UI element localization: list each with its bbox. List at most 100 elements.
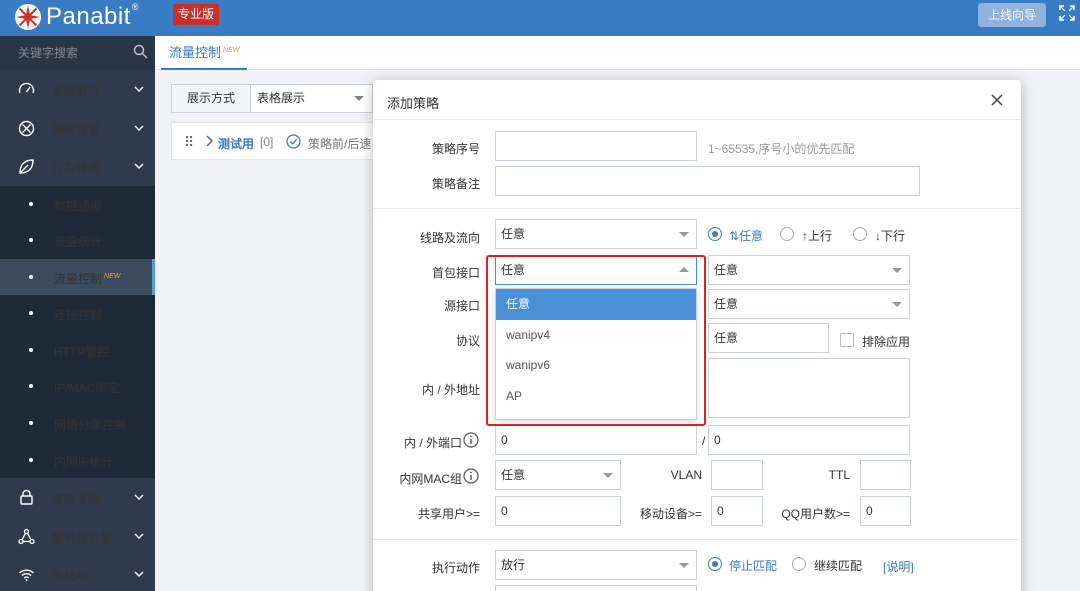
sidebar-item-network-sharing[interactable]: 网络分享控制 (0, 405, 155, 442)
qq-users-input[interactable]: 0 (860, 496, 911, 526)
exclude-app-checkbox[interactable] (840, 333, 854, 347)
direction-up-radio[interactable] (780, 227, 794, 241)
sidebar-item-label: 虚拟专网 (52, 492, 101, 507)
inner-port-input[interactable]: 0 (495, 425, 697, 455)
sidebar-item-behavior-management[interactable]: 行为管理 (0, 147, 155, 186)
logo: Panabit ® (14, 2, 139, 32)
continue-match-label[interactable]: 继续匹配 (814, 557, 862, 574)
first-packet-if-select-2[interactable]: 任意 (708, 255, 910, 285)
sidebar-item-network-settings[interactable]: 网络设置 (0, 109, 155, 148)
action-label: 执行动作 (431, 561, 480, 575)
mobile-devices-input[interactable]: 0 (711, 496, 763, 526)
sidebar-item-traffic-stats[interactable]: 流量统计 (0, 222, 155, 259)
direction-any-radio[interactable] (708, 227, 722, 241)
sidebar-item-wireless-ac[interactable]: 无线AC (0, 555, 155, 591)
new-tag: NEW (223, 47, 240, 54)
qq-users-label: QQ用户数>= (781, 507, 850, 521)
top-bar: Panabit ® 专业版 上线向导 (0, 0, 1080, 36)
address-label: 内 / 外地址 (421, 383, 480, 397)
direction-down-radio[interactable] (853, 227, 867, 241)
caret-down-icon (679, 232, 689, 237)
chevron-down-icon (134, 533, 144, 539)
sidebar-item-label: IP/MAC绑定 (54, 381, 120, 396)
sidebar-item-http-control[interactable]: HTTP管控 (0, 331, 155, 369)
continue-match-radio[interactable] (792, 557, 806, 571)
dialog-title: 添加策略 (387, 96, 440, 111)
shared-users-input[interactable]: 0 (495, 496, 621, 526)
wifi-icon (19, 569, 34, 582)
ttl-label: TTL (828, 468, 850, 482)
caret-down-icon (892, 268, 902, 273)
outer-address-input[interactable] (708, 358, 910, 418)
next-field-input[interactable] (495, 585, 697, 591)
sidebar: 关键字搜索 系统概况 网络设置 行为管理 数据通道 流量统计 流量控制 NEW 连… (0, 36, 155, 591)
explain-link[interactable]: [说明] (883, 558, 914, 575)
network-icon (18, 528, 35, 544)
note-input[interactable] (495, 166, 920, 196)
bullet-icon (29, 238, 33, 243)
note-label: 策略备注 (431, 177, 480, 191)
sidebar-item-label: HTTP管控 (54, 344, 110, 359)
bullet-icon (29, 421, 33, 426)
chevron-down-icon (134, 125, 144, 131)
bullet-icon (29, 311, 33, 316)
registered-mark: ® (131, 2, 139, 12)
vlan-input[interactable] (711, 460, 763, 490)
globe-cross-icon (18, 120, 35, 136)
source-if-label: 源接口 (443, 299, 480, 313)
exclude-app-label[interactable]: 排除应用 (862, 333, 910, 350)
sidebar-item-data-channel[interactable]: 数据通道 (0, 185, 155, 223)
sidebar-item-system-overview[interactable]: 系统概况 (0, 70, 155, 109)
search-input[interactable]: 关键字搜索 (18, 44, 128, 61)
sidebar-item-ip-mac-binding[interactable]: IP/MAC绑定 (0, 368, 155, 406)
fullscreen-icon[interactable] (1059, 5, 1075, 21)
sidebar-item-lan-ip-stats[interactable]: 内网IP统计 (0, 441, 155, 479)
ttl-input[interactable] (860, 460, 911, 490)
stop-match-radio[interactable] (708, 557, 722, 571)
outer-port-input[interactable]: 0 (708, 425, 910, 455)
policy-group-count: [0] (260, 135, 274, 149)
first-packet-if-label: 首包接口 (431, 266, 480, 280)
chevron-right-icon[interactable] (204, 135, 214, 147)
sidebar-item-traffic-control[interactable]: 流量控制 NEW (0, 258, 155, 296)
sidebar-item-label: 系统概况 (52, 84, 101, 98)
bullet-icon (29, 347, 33, 352)
caret-down-icon (603, 473, 613, 478)
divider (373, 208, 1021, 209)
drag-handle-icon[interactable]: ⠿ (184, 134, 194, 151)
action-select[interactable]: 放行 (495, 550, 697, 580)
direction-down-label[interactable]: ↓下行 (875, 227, 905, 244)
view-mode-select[interactable]: 表格展示 (251, 84, 373, 113)
chevron-down-icon (134, 86, 144, 92)
source-if-select-2[interactable]: 任意 (708, 289, 910, 319)
sidebar-item-server-load[interactable]: 服务器负载 (0, 517, 155, 556)
info-icon[interactable] (463, 468, 479, 484)
tab-traffic-control[interactable]: 流量控制 NEW (161, 36, 248, 70)
brand-name: Panabit (46, 3, 131, 30)
line-select[interactable]: 任意 (495, 219, 697, 249)
divider (373, 539, 1021, 540)
mac-group-select[interactable]: 任意 (495, 460, 621, 490)
close-icon[interactable] (991, 94, 1003, 106)
direction-up-label[interactable]: ↑上行 (802, 227, 832, 244)
chevron-down-icon (134, 163, 144, 169)
info-icon[interactable] (463, 432, 479, 448)
seq-label: 策略序号 (431, 142, 480, 156)
search-icon[interactable] (133, 44, 148, 59)
sidebar-item-label: 无线AC (52, 569, 93, 584)
chevron-down-icon (134, 494, 144, 501)
stop-match-label[interactable]: 停止匹配 (729, 557, 777, 574)
sidebar-item-label: 流量控制 NEW (54, 271, 121, 286)
sidebar-item-label: 服务器负载 (52, 530, 113, 545)
bullet-icon (29, 457, 33, 462)
speedometer-icon (18, 82, 35, 94)
seq-input[interactable] (495, 131, 697, 161)
port-label: 内 / 外端口 (403, 436, 462, 450)
sidebar-item-vpn[interactable]: 虚拟专网 (0, 478, 155, 517)
online-wizard-button[interactable]: 上线向导 (978, 3, 1046, 27)
protocol-input[interactable]: 任意 (708, 323, 829, 353)
sidebar-item-connection-control[interactable]: 连接控制 (0, 295, 155, 332)
direction-any-label[interactable]: ⇅任意 (729, 227, 763, 244)
caret-down-icon (892, 302, 902, 307)
policy-group-name[interactable]: 测试用 (218, 135, 254, 152)
